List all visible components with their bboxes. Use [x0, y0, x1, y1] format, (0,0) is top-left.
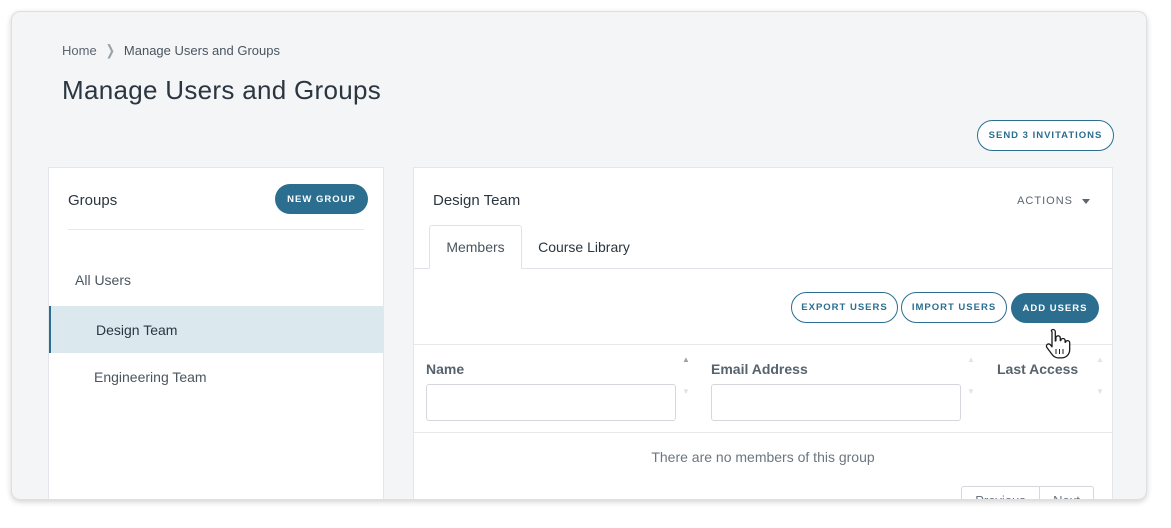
tab-members[interactable]: Members	[429, 225, 522, 269]
actions-label: ACTIONS	[1017, 195, 1073, 207]
previous-page-button[interactable]: Previous	[961, 486, 1040, 499]
divider	[68, 229, 364, 230]
column-header-name[interactable]: Name	[426, 361, 464, 377]
export-users-button[interactable]: EXPORT USERS	[791, 292, 898, 323]
groups-panel: Groups NEW GROUP All Users Design Team E…	[48, 167, 384, 499]
sort-desc-icon[interactable]: ▼	[682, 388, 690, 396]
divider	[414, 432, 1112, 433]
chevron-right-icon: ❯	[105, 43, 115, 59]
group-item-label: All Users	[75, 271, 132, 288]
group-item-label: Design Team	[96, 321, 178, 338]
sort-asc-icon[interactable]: ▲	[682, 356, 690, 364]
divider	[414, 344, 1112, 345]
group-item-design-team[interactable]: Design Team	[49, 306, 383, 353]
sort-desc-icon[interactable]: ▼	[1096, 388, 1104, 396]
email-filter-input[interactable]	[711, 384, 961, 421]
caret-down-icon	[1082, 198, 1090, 204]
sort-asc-icon[interactable]: ▲	[1096, 356, 1104, 364]
add-users-button[interactable]: ADD USERS	[1011, 293, 1099, 323]
new-group-button[interactable]: NEW GROUP	[275, 184, 368, 214]
groups-title: Groups	[68, 192, 118, 209]
breadcrumb: Home ❯ Manage Users and Groups	[62, 43, 280, 59]
app-window: Home ❯ Manage Users and Groups Manage Us…	[11, 11, 1147, 500]
group-item-label: Engineering Team	[94, 368, 207, 385]
actions-dropdown[interactable]: ACTIONS	[1017, 195, 1090, 207]
page-title: Manage Users and Groups	[62, 75, 382, 105]
tab-course-library[interactable]: Course Library	[529, 225, 639, 269]
column-header-last-access[interactable]: Last Access	[997, 361, 1078, 377]
import-users-button[interactable]: IMPORT USERS	[901, 292, 1007, 323]
group-item-all-users[interactable]: All Users	[49, 256, 383, 303]
breadcrumb-home-link[interactable]: Home	[62, 43, 97, 58]
group-item-engineering-team[interactable]: Engineering Team	[49, 353, 383, 400]
column-header-email[interactable]: Email Address	[711, 361, 808, 377]
sort-asc-icon[interactable]: ▲	[967, 356, 975, 364]
breadcrumb-current: Manage Users and Groups	[123, 43, 280, 58]
sort-desc-icon[interactable]: ▼	[967, 388, 975, 396]
empty-state-message: There are no members of this group	[651, 449, 875, 465]
name-filter-input[interactable]	[426, 384, 676, 421]
team-panel: Design Team ACTIONS Members Course Libra…	[413, 167, 1113, 499]
pagination: Previous Next	[961, 486, 1094, 499]
next-page-button[interactable]: Next	[1040, 486, 1094, 499]
send-invitations-button[interactable]: SEND 3 INVITATIONS	[977, 120, 1114, 151]
team-title: Design Team	[433, 192, 521, 209]
